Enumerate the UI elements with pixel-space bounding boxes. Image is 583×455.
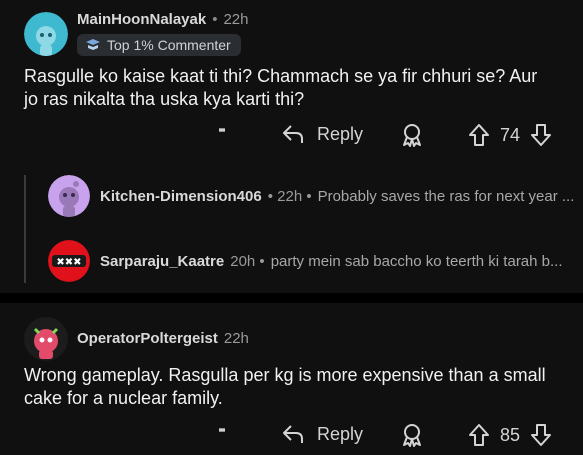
reply-label: Reply xyxy=(317,123,364,144)
collapsed-reply[interactable]: Kitchen-Dimension406 • 22h • Probably sa… xyxy=(48,175,583,217)
vote-score: 85 xyxy=(500,424,521,445)
comment-meta: MainHoonNalayak • 22h xyxy=(77,11,249,28)
comment-divider xyxy=(0,293,583,303)
award-icon[interactable] xyxy=(401,123,423,147)
masked-avatar-icon: ✖✖✖ xyxy=(48,240,90,282)
reply-button[interactable]: Reply xyxy=(281,123,363,145)
comment-actions: Reply 85 xyxy=(0,415,583,455)
timestamp: 20h • xyxy=(230,252,265,270)
timestamp: 22h xyxy=(223,11,249,28)
reply-snippet: Probably saves the ras for next year ... xyxy=(317,187,575,205)
snoo-avatar-icon xyxy=(24,12,68,56)
avatar[interactable] xyxy=(24,317,68,361)
downvote-icon[interactable] xyxy=(530,423,552,447)
user-flair: Top 1% Commenter xyxy=(77,34,241,56)
award-icon[interactable] xyxy=(401,423,423,447)
more-options-icon[interactable] xyxy=(219,125,225,135)
reply-arrow-icon xyxy=(283,425,303,443)
comment-actions: Reply 74 xyxy=(0,115,583,155)
timestamp: • 22h • xyxy=(267,187,312,205)
avatar[interactable]: ✖✖✖ xyxy=(48,240,90,282)
upvote-icon[interactable] xyxy=(468,123,490,147)
username[interactable]: OperatorPoltergeist xyxy=(77,330,218,347)
username[interactable]: Sarparaju_Kaatre xyxy=(100,253,224,270)
thread-line[interactable] xyxy=(24,175,26,283)
vote-controls: 85 xyxy=(468,423,552,447)
timestamp: 22h xyxy=(223,330,249,347)
svg-text:✖✖✖: ✖✖✖ xyxy=(56,257,81,268)
comment-body: Rasgulle ko kaise kaat ti thi? Chammach … xyxy=(24,66,538,109)
flair-badge-icon xyxy=(86,39,100,50)
reply-label: Reply xyxy=(317,423,364,444)
snoo-avatar-icon xyxy=(48,175,90,217)
comment-meta: OperatorPoltergeist 22h xyxy=(77,330,249,347)
comment-body: Wrong gameplay. Rasgulla per kg is more … xyxy=(24,365,546,408)
downvote-icon[interactable] xyxy=(530,123,552,147)
upvote-icon[interactable] xyxy=(468,423,490,447)
avatar[interactable] xyxy=(24,12,68,56)
vote-controls: 74 xyxy=(468,123,552,147)
more-options-icon[interactable] xyxy=(219,425,225,435)
poltergeist-avatar-icon xyxy=(24,317,68,361)
username[interactable]: MainHoonNalayak xyxy=(77,11,206,28)
avatar[interactable] xyxy=(48,175,90,217)
reply-arrow-icon xyxy=(283,125,303,143)
reply-button[interactable]: Reply xyxy=(281,423,363,445)
comment: MainHoonNalayak • 22h Top 1% Commenter R… xyxy=(0,0,583,293)
vote-score: 74 xyxy=(500,124,521,145)
collapsed-reply[interactable]: ✖✖✖ Sarparaju_Kaatre 20h • party mein sa… xyxy=(48,240,571,282)
reply-snippet: party mein sab baccho ko teerth ki tarah… xyxy=(270,252,563,270)
comment: OperatorPoltergeist 22h Wrong gameplay. … xyxy=(0,303,583,450)
flair-label: Top 1% Commenter xyxy=(107,37,231,53)
username[interactable]: Kitchen-Dimension406 xyxy=(100,188,262,205)
